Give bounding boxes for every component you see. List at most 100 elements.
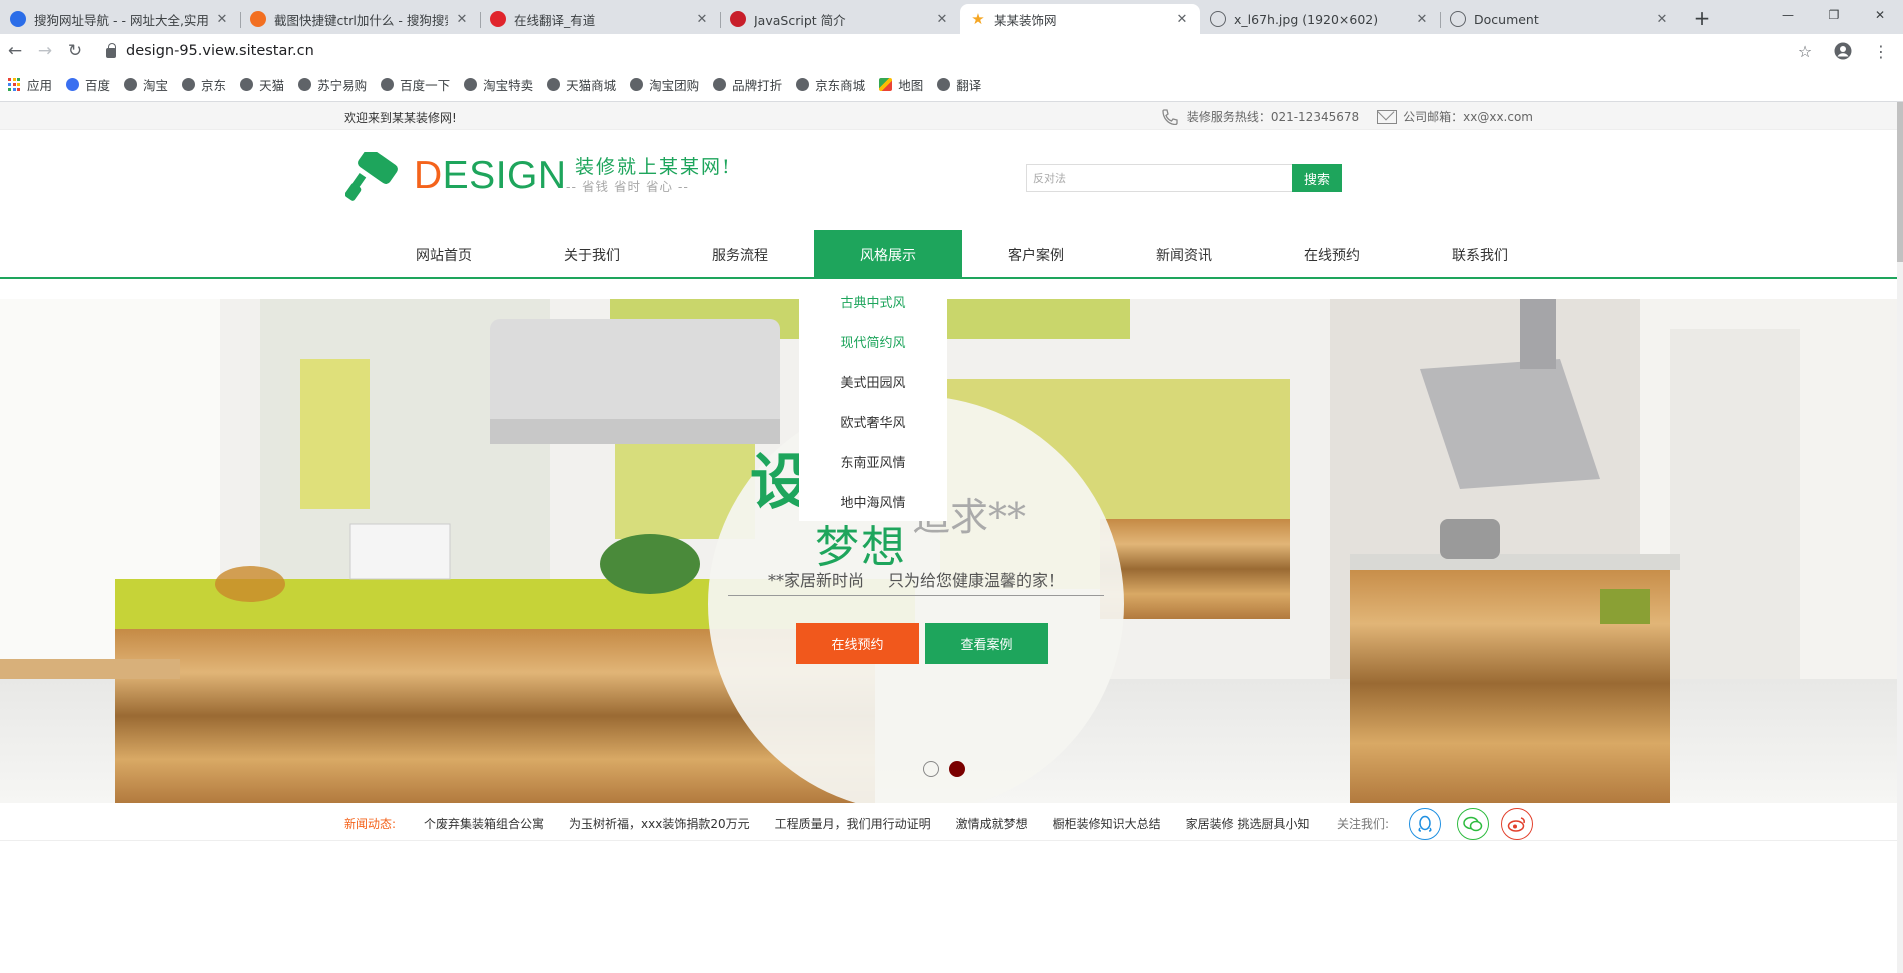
paint-roller-logo-icon[interactable] <box>345 152 403 202</box>
browser-tab[interactable]: JavaScript 简介 ✕ <box>720 4 960 34</box>
runoob-icon <box>730 11 746 27</box>
back-button[interactable]: ← <box>0 36 30 66</box>
bookmark-label: 淘宝团购 <box>649 78 700 93</box>
browser-tab[interactable]: x_l67h.jpg (1920×602) ✕ <box>1200 4 1440 34</box>
bookmark-label: 京东 <box>201 78 227 93</box>
bookmark-item[interactable]: 地图 <box>879 75 923 94</box>
bookmark-item[interactable]: 应用 <box>8 75 52 94</box>
menu-kebab-icon[interactable]: ⋮ <box>1867 37 1895 65</box>
browser-tab[interactable]: 在线翻译_有道 ✕ <box>480 4 720 34</box>
slider-dot[interactable] <box>923 761 939 777</box>
wechat-icon[interactable] <box>1457 808 1489 840</box>
new-tab-button[interactable]: + <box>1688 4 1716 32</box>
close-tab-icon[interactable]: ✕ <box>214 12 230 27</box>
bookmark-item[interactable]: 品牌打折 <box>713 75 782 94</box>
nav-item[interactable]: 关于我们 <box>518 230 666 279</box>
nav-item[interactable]: 风格展示 <box>814 230 962 279</box>
news-link[interactable]: 家居装修 挑选厨具小知 <box>1186 815 1310 832</box>
lock-icon <box>106 43 116 58</box>
address-bar[interactable]: design-95.view.sitestar.cn <box>98 37 1781 65</box>
browser-tab[interactable]: ★ 某某装饰网 ✕ <box>960 4 1200 34</box>
forward-button[interactable]: → <box>30 36 60 66</box>
bookmark-item[interactable]: 天猫商城 <box>547 75 616 94</box>
browser-tab[interactable]: Document ✕ <box>1440 4 1680 34</box>
bookmark-label: 苏宁易购 <box>317 78 368 93</box>
news-link[interactable]: 为玉树祈福，xxx装饰捐款20万元 <box>569 815 750 832</box>
slider-dot[interactable] <box>949 761 965 777</box>
bookmark-item[interactable]: 苏宁易购 <box>298 75 367 94</box>
globe-icon <box>381 78 395 91</box>
dropdown-item[interactable]: 美式田园风 <box>799 361 947 401</box>
bookmark-item[interactable]: 百度 <box>66 75 110 94</box>
close-tab-icon[interactable]: ✕ <box>934 12 950 27</box>
close-tab-icon[interactable]: ✕ <box>454 12 470 27</box>
news-link[interactable]: 个废弃集装箱组合公寓 <box>424 815 544 832</box>
globe-icon <box>464 78 478 91</box>
online-booking-button[interactable]: 在线预约 <box>796 623 919 664</box>
news-link[interactable]: 工程质量月，我们用行动证明 <box>775 815 931 832</box>
bookmark-item[interactable]: 天猫 <box>240 75 284 94</box>
sogou-nav-icon <box>10 11 26 27</box>
close-window-button[interactable]: ✕ <box>1857 0 1903 30</box>
nav-item[interactable]: 在线预约 <box>1258 230 1406 279</box>
globe-icon <box>124 78 138 91</box>
bookmark-label: 百度 <box>85 78 111 93</box>
globe-icon <box>547 78 561 91</box>
bookmark-item[interactable]: 淘宝 <box>124 75 168 94</box>
bookmark-item[interactable]: 京东 <box>182 75 226 94</box>
contact-info: 装修服务热线：021-12345678 公司邮箱：xx@xx.com <box>1161 108 1533 125</box>
bookmark-label: 天猫商城 <box>566 78 617 93</box>
profile-avatar-icon[interactable] <box>1829 37 1857 65</box>
bookmark-item[interactable]: 淘宝特卖 <box>464 75 533 94</box>
bookmark-item[interactable]: 淘宝团购 <box>630 75 699 94</box>
close-tab-icon[interactable]: ✕ <box>1414 12 1430 27</box>
weibo-icon[interactable] <box>1501 808 1533 840</box>
browser-tab[interactable]: 截图快捷键ctrl加什么 - 搜狗搜索 ✕ <box>240 4 480 34</box>
window-controls: — ❐ ✕ <box>1765 0 1903 30</box>
dropdown-item[interactable]: 地中海风情 <box>799 481 947 521</box>
close-tab-icon[interactable]: ✕ <box>1174 12 1190 27</box>
page-scrollbar[interactable] <box>1897 102 1903 973</box>
bookmark-item[interactable]: 京东商城 <box>796 75 865 94</box>
dropdown-item[interactable]: 现代简约风 <box>799 321 947 361</box>
star-icon: ★ <box>971 10 985 28</box>
tab-title: 搜狗网址导航 - - 网址大全,实用 <box>34 12 208 28</box>
globe-icon <box>713 78 727 91</box>
nav-item[interactable]: 联系我们 <box>1406 230 1554 279</box>
hero-banner: 设计 追求** 梦想 **家居新时尚只为给您健康温馨的家！ 在线预约 查看案例 <box>0 299 1897 803</box>
view-cases-button[interactable]: 查看案例 <box>925 623 1048 664</box>
tab-title: x_l67h.jpg (1920×602) <box>1234 11 1379 27</box>
close-tab-icon[interactable]: ✕ <box>1654 12 1670 27</box>
nav-item[interactable]: 客户案例 <box>962 230 1110 279</box>
minimize-button[interactable]: — <box>1765 0 1811 30</box>
browser-tab[interactable]: 搜狗网址导航 - - 网址大全,实用 ✕ <box>0 4 240 34</box>
main-nav: 网站首页 关于我们 服务流程 风格展示 客户案例 新闻资讯 在线预约 联系我们 <box>0 230 1897 279</box>
bookmark-label: 品牌打折 <box>732 78 783 93</box>
logo-wordmark[interactable]: DESIGN <box>414 154 567 198</box>
bookmark-item[interactable]: 百度一下 <box>381 75 450 94</box>
nav-item[interactable]: 新闻资讯 <box>1110 230 1258 279</box>
news-link[interactable]: 橱柜装修知识大总结 <box>1053 815 1161 832</box>
bookmark-star-icon[interactable]: ☆ <box>1791 37 1819 65</box>
dropdown-item[interactable]: 古典中式风 <box>799 281 947 321</box>
bookmark-label: 翻译 <box>956 78 982 93</box>
bookmark-label: 淘宝 <box>143 78 169 93</box>
search-input[interactable] <box>1027 165 1292 191</box>
nav-item[interactable]: 服务流程 <box>666 230 814 279</box>
bookmark-label: 淘宝特卖 <box>483 78 534 93</box>
scrollbar-thumb[interactable] <box>1897 102 1903 262</box>
globe-icon <box>630 78 644 91</box>
dropdown-item[interactable]: 欧式奢华风 <box>799 401 947 441</box>
bookmark-item[interactable]: 翻译 <box>937 75 981 94</box>
reload-button[interactable]: ↻ <box>60 36 90 66</box>
search-button[interactable]: 搜索 <box>1292 164 1342 192</box>
news-link[interactable]: 激情成就梦想 <box>956 815 1028 832</box>
apps-icon <box>8 78 21 91</box>
site-topbar: 欢迎来到某某装修网! 装修服务热线：021-12345678 公司邮箱：xx@x… <box>0 102 1897 130</box>
dropdown-item[interactable]: 东南亚风情 <box>799 441 947 481</box>
globe-icon <box>937 78 951 91</box>
restore-button[interactable]: ❐ <box>1811 0 1857 30</box>
qq-icon[interactable] <box>1409 808 1441 840</box>
nav-item[interactable]: 网站首页 <box>370 230 518 279</box>
close-tab-icon[interactable]: ✕ <box>694 12 710 27</box>
